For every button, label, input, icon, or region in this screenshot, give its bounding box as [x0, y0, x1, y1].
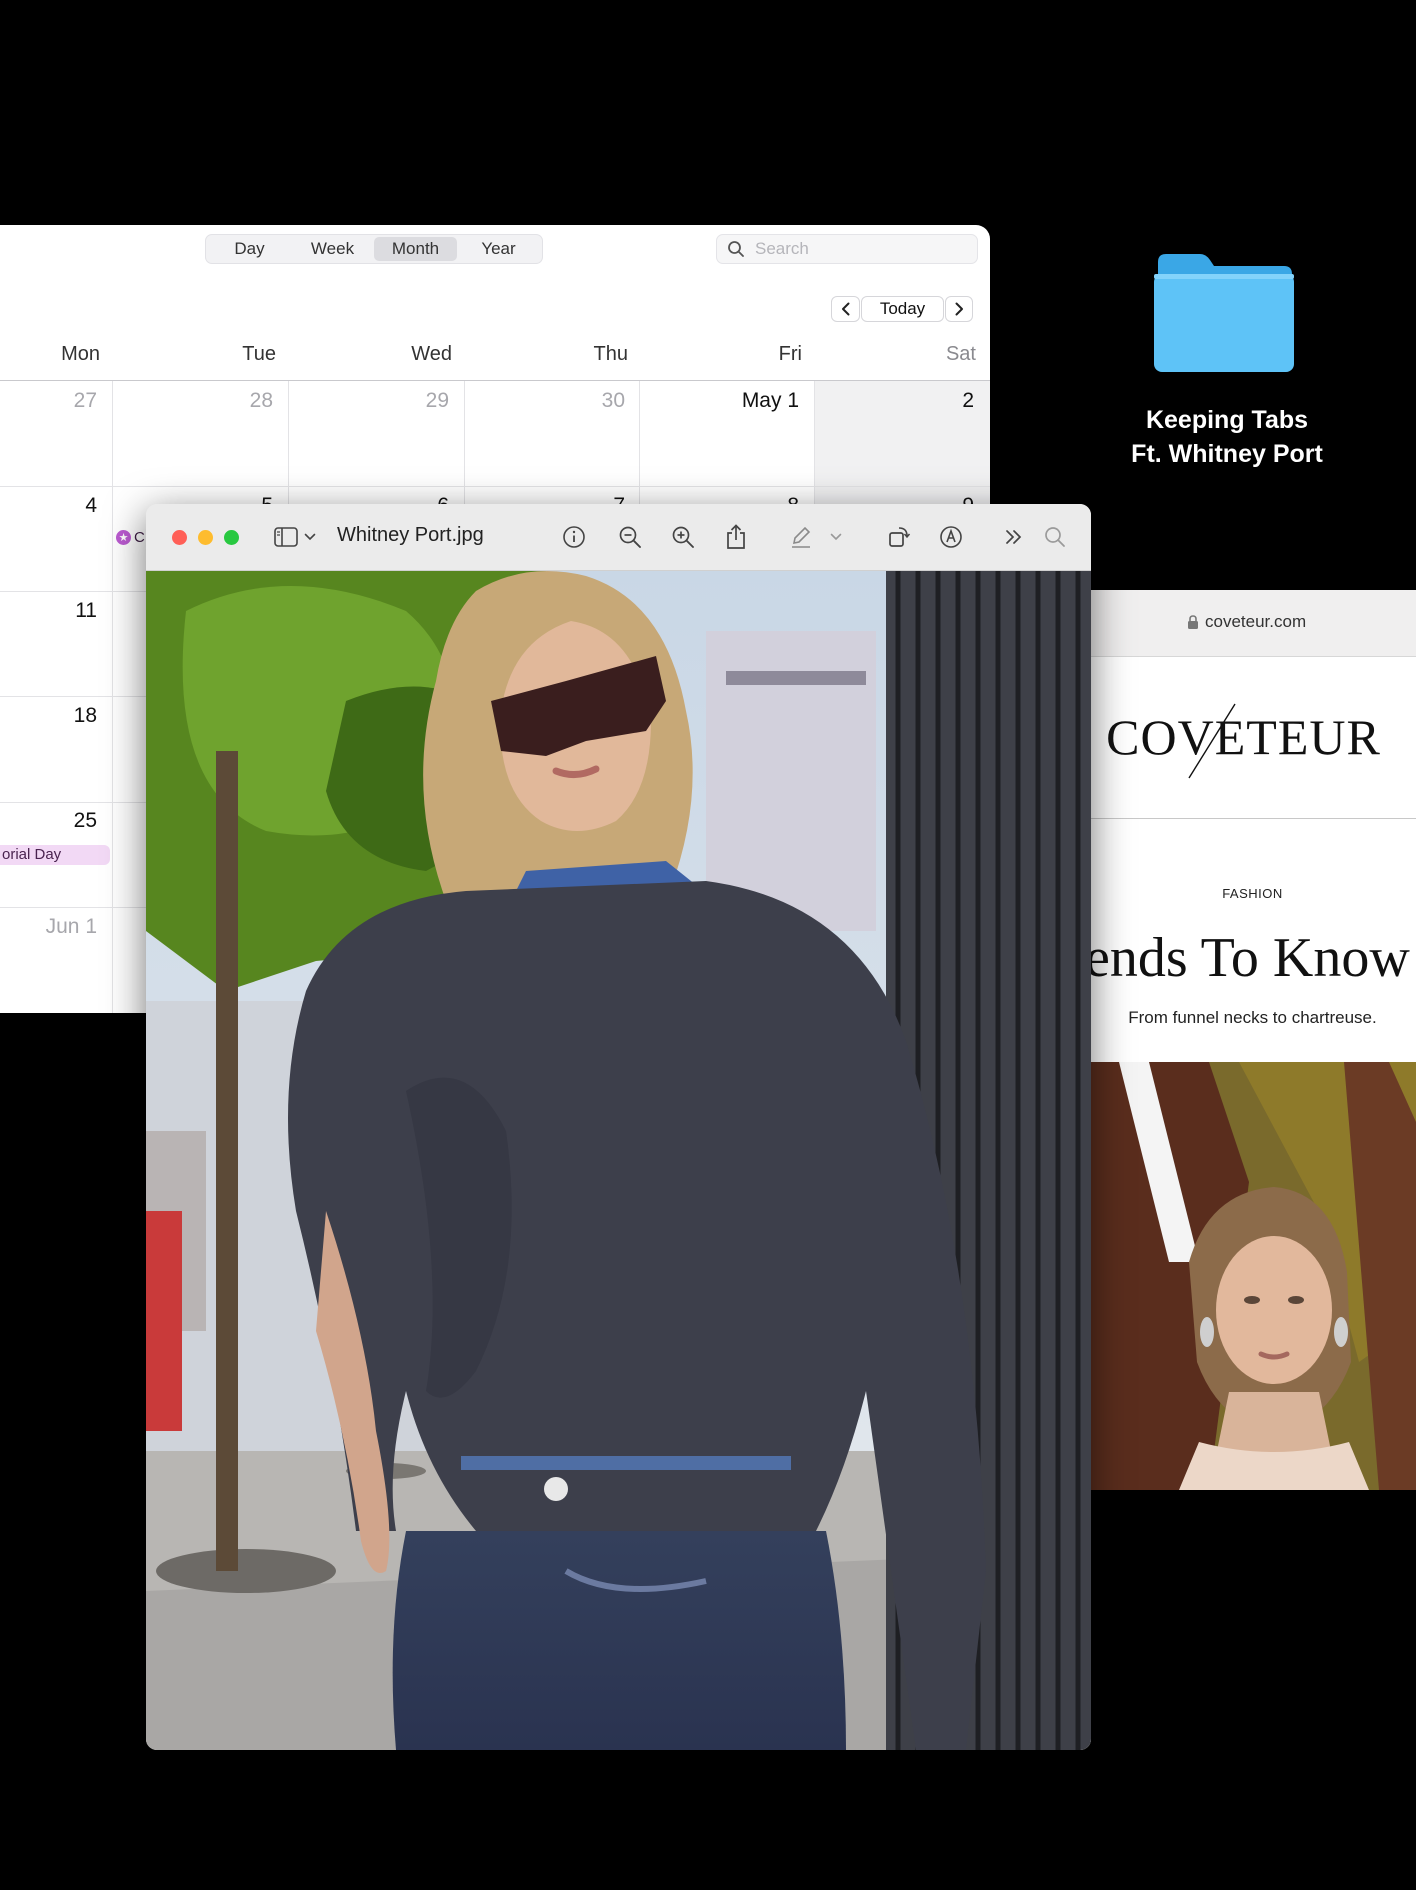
- zoom-out-icon[interactable]: [617, 524, 643, 550]
- grid-line: [112, 381, 113, 1013]
- event-label: C: [134, 529, 145, 546]
- zoom-window-button[interactable]: [224, 530, 239, 545]
- document-title[interactable]: Whitney Port.jpg: [337, 524, 484, 547]
- chevron-down-icon[interactable]: [303, 524, 317, 550]
- day-cell-number[interactable]: Jun 1: [20, 915, 97, 939]
- more-icon[interactable]: [1001, 524, 1027, 550]
- lock-icon: [1188, 614, 1198, 629]
- event-memorial-day[interactable]: orial Day: [0, 845, 110, 865]
- view-day-button[interactable]: Day: [208, 237, 291, 261]
- close-window-button[interactable]: [172, 530, 187, 545]
- chevron-right-icon: [955, 302, 963, 316]
- chevron-down-icon[interactable]: [828, 524, 844, 550]
- preview-window: Whitney Port.jpg: [146, 504, 1091, 1750]
- folder-label-line2: Ft. Whitney Port: [1131, 440, 1323, 468]
- search-icon[interactable]: [1042, 524, 1068, 550]
- folder-label[interactable]: Keeping Tabs Ft. Whitney Port: [1100, 403, 1354, 471]
- day-cell-number[interactable]: 11: [20, 599, 97, 623]
- url-text: coveteur.com: [1205, 612, 1307, 631]
- weekday-sat: Sat: [945, 343, 976, 365]
- markup-icon[interactable]: [938, 524, 964, 550]
- folder-label-line1: Keeping Tabs: [1145, 406, 1309, 434]
- next-month-button[interactable]: [945, 296, 973, 322]
- safari-window: coveteur.com COVETEUR FASHION ends To Kn…: [1089, 590, 1416, 1490]
- document-image[interactable]: [146, 571, 1091, 1750]
- share-icon[interactable]: [723, 524, 749, 550]
- article-category[interactable]: FASHION: [1089, 886, 1416, 901]
- weekday-mon: Mon: [61, 343, 100, 365]
- sidebar-icon[interactable]: [273, 524, 299, 550]
- day-cell-number[interactable]: 27: [20, 389, 97, 413]
- event-item[interactable]: ★ C: [116, 529, 145, 546]
- runway-photo: [1089, 1062, 1416, 1490]
- minimize-window-button[interactable]: [198, 530, 213, 545]
- highlight-pen-icon[interactable]: [788, 524, 814, 550]
- day-cell-number[interactable]: 25: [20, 809, 97, 833]
- weekday-fri: Fri: [778, 343, 802, 365]
- day-cell-number[interactable]: 28: [180, 389, 273, 413]
- weekday-tue: Tue: [242, 343, 276, 365]
- weekday-thu: Thu: [593, 343, 628, 365]
- today-button[interactable]: Today: [861, 296, 944, 322]
- info-icon[interactable]: [561, 524, 587, 550]
- coveteur-logo[interactable]: COVETEUR: [1089, 656, 1416, 819]
- search-icon: [728, 241, 744, 257]
- day-cell-number[interactable]: 4: [20, 494, 97, 518]
- article-hero-image[interactable]: [1089, 1062, 1416, 1490]
- grid-line: [0, 486, 990, 487]
- view-segmented-control: Day Week Month Year: [205, 234, 543, 264]
- view-month-button[interactable]: Month: [374, 237, 457, 261]
- view-year-button[interactable]: Year: [457, 237, 540, 261]
- article-subheadline: From funnel necks to chartreuse.: [1128, 1008, 1377, 1027]
- day-cell-number[interactable]: May 1: [706, 389, 799, 413]
- url-field[interactable]: coveteur.com: [1187, 612, 1306, 632]
- rotate-icon[interactable]: [886, 524, 912, 550]
- day-cell-number[interactable]: 2: [880, 389, 974, 413]
- calendar-search-field[interactable]: [716, 234, 978, 264]
- day-cell-number[interactable]: 30: [532, 389, 625, 413]
- chevron-left-icon: [841, 302, 849, 316]
- folder-icon[interactable]: [1152, 252, 1296, 376]
- day-cell-number[interactable]: 18: [20, 704, 97, 728]
- previous-month-button[interactable]: [831, 296, 860, 322]
- zoom-in-icon[interactable]: [670, 524, 696, 550]
- street-portrait-photo: [146, 571, 1091, 1750]
- event-star-icon: ★: [116, 530, 131, 545]
- calendar-search-input[interactable]: [753, 238, 957, 260]
- view-week-button[interactable]: Week: [291, 237, 374, 261]
- weekday-wed: Wed: [411, 343, 452, 365]
- day-cell-number[interactable]: 29: [356, 389, 449, 413]
- logo-slash: [1188, 703, 1236, 779]
- article-headline[interactable]: ends To Know: [1089, 926, 1410, 990]
